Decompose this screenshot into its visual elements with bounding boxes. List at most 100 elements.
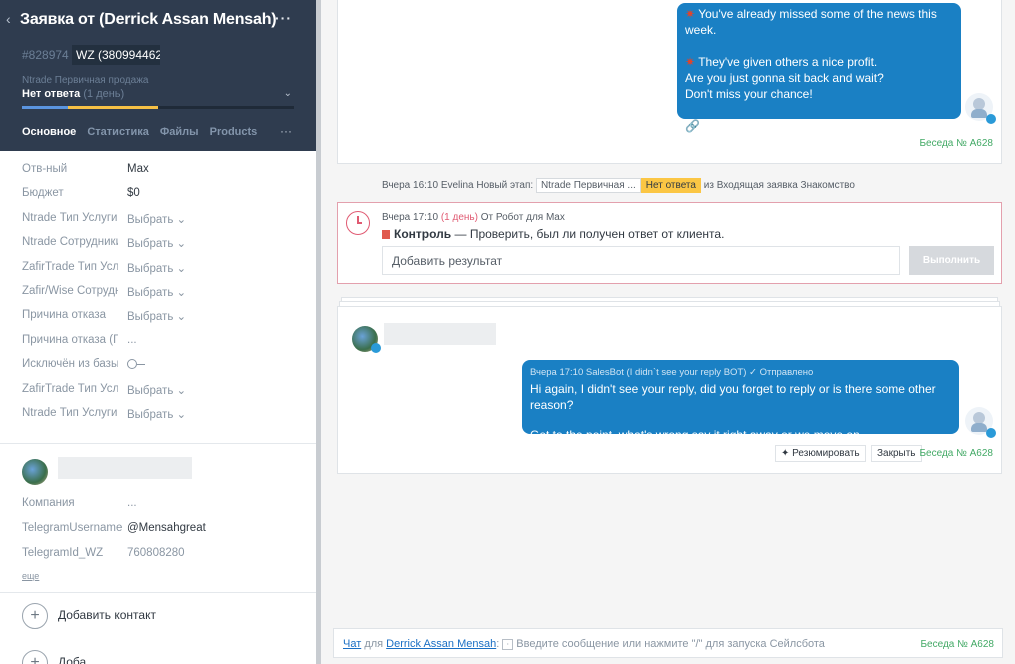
telegram-icon [371,343,381,353]
chat-ref-link[interactable]: Беседа № A628 [920,639,994,650]
avatar[interactable] [22,459,48,485]
more-link[interactable]: еще [22,571,39,581]
field-select[interactable]: Выбрать ⌄ [127,285,186,299]
contact-label: TelegramId_WZ [22,547,104,559]
flag-icon [382,230,390,239]
lead-title[interactable]: Заявка от (Derrick Assan Mensah) [20,11,277,29]
contact-value[interactable]: @Mensahgreat [127,522,206,534]
plus-icon: + [22,650,48,664]
contact-name-redacted[interactable] [58,457,192,479]
message-text: You've already missed some of the news t… [685,7,937,37]
progress-fill-current [68,106,158,109]
event-text: из Входящая заявка Знакомство [703,180,855,191]
task-result-input[interactable]: Добавить результат [382,246,900,275]
collision-icon: ✷ [685,55,696,69]
field-label: ZafirTrade Тип Услуги [22,260,118,273]
field-select[interactable]: Выбрать ⌄ [127,236,186,250]
message-bubble: ✷ You've already missed some of the news… [677,3,961,133]
telegram-icon [986,114,996,124]
reply-meta: Вчера 17:10 SalesBot (I didn`t see your … [530,367,747,378]
chat-input-bar[interactable]: Чат для Derrick Assan Mensah: ⋅ Введите со… [333,628,1003,658]
task-text: Контроль — Проверить, был ли получен отв… [382,227,724,241]
event-stage-tag: Нет ответа [640,178,701,193]
exclude-toggle[interactable] [127,358,145,370]
toggle-track [137,363,145,365]
telegram-icon [986,428,996,438]
reply-bubble: Вчера 17:10 SalesBot (I didn`t see your … [522,360,959,442]
recipient-link[interactable]: Derrick Assan Mensah [386,638,496,650]
salesbot-icon[interactable]: ⋅ [502,638,514,650]
lead-id: #828974 [22,48,69,62]
field-select[interactable]: Выбрать ⌄ [127,407,186,421]
message-text: They've given others a nice profit. [698,55,878,69]
field-select[interactable]: Выбрать ⌄ [127,309,186,323]
collision-icon: ✷ [685,7,696,21]
tab-main[interactable]: Основное [22,126,76,138]
field-row: Причина отказа (Г... [0,334,316,358]
sparkle-icon: ✦ [781,448,790,459]
close-chat-button[interactable]: Закрыть [871,445,922,462]
contact-value[interactable]: 760808280 [127,547,185,559]
field-select[interactable]: Выбрать ⌄ [127,383,186,397]
task-from: От Робот для Max [480,212,565,223]
field-label: Ntrade Тип Услуги [22,211,118,224]
field-label: Исключён из базы [22,358,118,371]
event-pipeline-tag: Ntrade Первичная ... [535,178,641,193]
field-row: Zafir/Wise Сотрудники Выбрать ⌄ [0,285,316,309]
chat-ref-link[interactable]: Беседа № A628 [919,448,993,459]
reply-status: ✓ Отправлено [749,367,814,378]
lead-wz-field[interactable]: WZ (3809944627 [72,45,160,65]
contact-row: TelegramId_WZ 760808280 [22,547,185,559]
field-row: Бюджет $0 [0,187,316,211]
progress-fill-passed [22,106,69,109]
tab-products[interactable]: Products [210,126,258,138]
tab-files[interactable]: Файлы [160,126,199,138]
field-select[interactable]: Выбрать ⌄ [127,212,186,226]
field-select[interactable]: Выбрать ⌄ [127,261,186,275]
tab-statistics[interactable]: Статистика [87,126,149,138]
message-line: ✷ They've given others a nice profit. [685,54,953,70]
chat-input-placeholder[interactable]: Введите сообщение или нажмите "/" для за… [516,638,825,650]
field-value[interactable]: Max [127,163,149,175]
summarize-button[interactable]: ✦ Резюмировать [775,445,866,462]
chat-ref-link[interactable]: Беседа № A628 [919,138,993,149]
chat-type-link[interactable]: Чат [343,638,361,650]
field-label: Причина отказа [22,309,107,322]
field-label: Ntrade Тип Услуги [22,406,118,419]
field-row: ZafirTrade Тип Услуги Выбрать ⌄ [0,383,316,407]
contact-label: TelegramUsername [22,522,123,534]
contact-name-redacted[interactable] [384,323,496,345]
stage-change-event: Вчера 16:10 Evelina Новый этап: Ntrade П… [382,178,855,193]
field-row: ZafirTrade Тип Услуги Выбрать ⌄ [0,261,316,285]
add-more-button[interactable]: + Доба... [22,650,96,664]
back-arrow-icon[interactable]: ‹ [6,11,11,27]
field-label: Отв-ный [22,163,68,175]
field-value[interactable]: ... [127,334,137,346]
contact-value[interactable]: ... [127,497,137,509]
task-meta: Вчера 17:10 (1 день) От Робот для Max [382,212,565,223]
chevron-down-icon[interactable]: ⌄ [284,88,292,99]
message-text: Hi again, I didn't see your reply, did y… [530,382,936,412]
message-card: ✷ You've already missed some of the news… [337,0,1002,164]
task-age: (1 день) [440,212,478,223]
stage-selector[interactable]: Нет ответа (1 день) [22,88,124,100]
task-time: Вчера 17:10 [382,212,439,223]
lead-card-panel: ‹ Заявка от (Derrick Assan Mensah) ··· #… [0,0,316,664]
complete-task-button[interactable]: Выполнить [909,246,994,275]
contact-label: Компания [22,497,75,509]
field-value[interactable]: $0 [127,187,140,199]
contact-row: TelegramUsername @Mensahgreat [22,522,206,534]
reply-header: Вчера 17:10 SalesBot (I didn`t see your … [530,365,951,381]
message-text: Get to the point, what's wrong say it ri… [530,428,864,442]
stage-progress-bar [22,106,294,109]
add-contact-button[interactable]: + Добавить контакт [22,603,156,629]
tabs-more-icon[interactable]: ··· [280,124,292,138]
task-description: — Проверить, был ли получен ответ от кли… [454,227,725,241]
contact-row: Компания... [22,497,137,509]
field-label: Причина отказа (Г [22,333,118,346]
lead-menu-icon[interactable]: ··· [275,10,292,26]
task-card: Вчера 17:10 (1 день) От Робот для Max Ко… [337,202,1002,284]
pipeline-name: Ntrade Первичная продажа [22,75,149,86]
stage-age: (1 день) [83,88,125,100]
summarize-label: Резюмировать [792,448,860,459]
